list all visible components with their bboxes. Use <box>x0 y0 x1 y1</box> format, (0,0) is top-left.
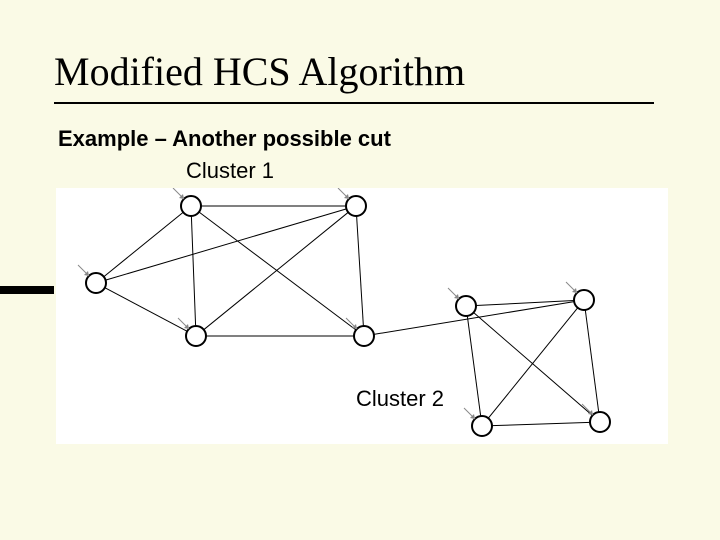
graph-edge <box>488 308 577 418</box>
graph-edge <box>104 212 183 276</box>
graph-edge <box>105 288 187 332</box>
graph-edge <box>585 310 598 412</box>
graph-edge <box>106 209 347 280</box>
graph-edge <box>191 216 195 326</box>
graph-edge <box>467 316 480 416</box>
cluster-1-label: Cluster 1 <box>186 158 274 184</box>
graph-edge <box>476 301 574 306</box>
graph-edge <box>492 422 590 425</box>
title-underline <box>54 102 654 104</box>
graph-edge <box>357 216 364 326</box>
slide-title: Modified HCS Algorithm <box>54 48 465 95</box>
graph-edge <box>474 313 593 416</box>
slide-subtitle: Example – Another possible cut <box>58 126 391 152</box>
cluster-2-label: Cluster 2 <box>356 386 444 412</box>
decorative-left-bar <box>0 286 54 294</box>
